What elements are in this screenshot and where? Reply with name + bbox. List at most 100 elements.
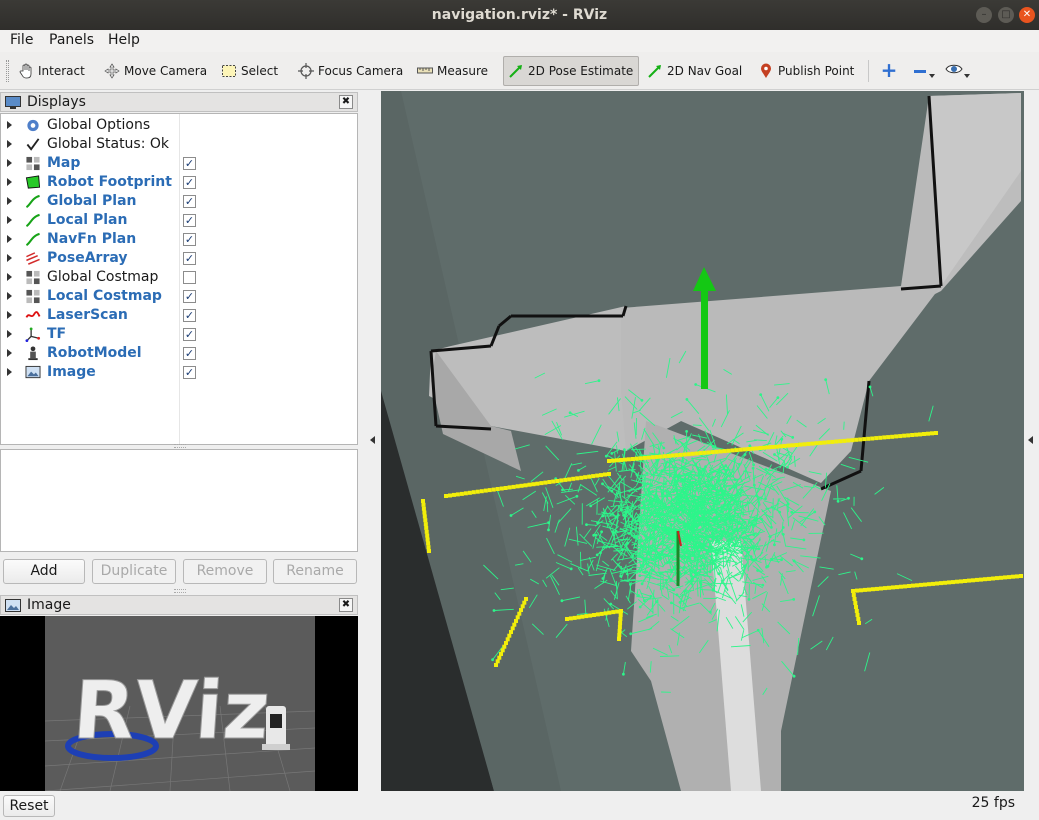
remove-button[interactable]: Remove	[183, 559, 267, 584]
tool-interact[interactable]: Interact	[14, 56, 89, 86]
path-icon	[25, 232, 41, 247]
expand-arrow-icon[interactable]	[7, 349, 12, 357]
expand-arrow-icon[interactable]	[7, 197, 12, 205]
display-item-robot-footprint[interactable]: Robot Footprint ✓	[1, 173, 357, 192]
tool-2d-nav-goal-label: 2D Nav Goal	[667, 64, 743, 78]
expand-arrow-icon[interactable]	[7, 330, 12, 338]
status-bar: Reset 25 fps	[0, 792, 1039, 820]
expand-arrow-icon[interactable]	[7, 311, 12, 319]
displays-tree[interactable]: Global Options Global Status: Ok Map ✓ Robot…	[0, 113, 358, 445]
menu-panels[interactable]: Panels	[49, 32, 94, 48]
display-item-image[interactable]: Image ✓	[1, 363, 357, 382]
right-splitter-arrow[interactable]	[1028, 436, 1033, 444]
display-enabled-checkbox[interactable]: ✓	[183, 214, 196, 227]
rename-button[interactable]: Rename	[273, 559, 357, 584]
path-icon	[25, 213, 41, 228]
polygon-icon	[25, 175, 41, 190]
display-enabled-checkbox[interactable]	[183, 271, 196, 284]
menu-help[interactable]: Help	[108, 32, 140, 48]
maximize-icon[interactable]: □	[998, 7, 1014, 23]
display-item-label: NavFn Plan	[47, 231, 137, 247]
add-button[interactable]: Add	[3, 559, 85, 584]
reset-button[interactable]: Reset	[3, 795, 55, 817]
expand-arrow-icon[interactable]	[7, 254, 12, 262]
checkmark-icon	[25, 137, 41, 152]
display-enabled-checkbox[interactable]: ✓	[183, 233, 196, 246]
robot-figure	[262, 706, 290, 750]
display-item-robotmodel[interactable]: RobotModel ✓	[1, 344, 357, 363]
display-item-label: Map	[47, 155, 81, 171]
tool-interact-label: Interact	[38, 64, 85, 78]
expand-arrow-icon[interactable]	[7, 140, 12, 148]
display-enabled-checkbox[interactable]: ✓	[183, 157, 196, 170]
displays-panel-header: Displays ✖	[0, 92, 358, 112]
tool-select-label: Select	[241, 64, 279, 78]
display-item-global-plan[interactable]: Global Plan ✓	[1, 192, 357, 211]
rviz-logo-render: RViz	[44, 616, 316, 791]
menu-bar: File Panels Help	[0, 30, 1039, 52]
display-enabled-checkbox[interactable]: ✓	[183, 252, 196, 265]
display-item-label: Robot Footprint	[47, 174, 172, 190]
tool-select[interactable]: Select	[217, 56, 282, 86]
display-enabled-checkbox[interactable]: ✓	[183, 347, 196, 360]
3d-viewport[interactable]	[381, 91, 1024, 791]
expand-arrow-icon[interactable]	[7, 368, 12, 376]
expand-arrow-icon[interactable]	[7, 159, 12, 167]
tool-focus-camera-label: Focus Camera	[318, 64, 404, 78]
display-enabled-checkbox[interactable]: ✓	[183, 195, 196, 208]
image-icon	[25, 365, 41, 380]
remove-tool-icon[interactable]	[912, 62, 938, 80]
tool-focus-camera[interactable]: Focus Camera	[294, 56, 407, 86]
close-icon[interactable]: ✕	[1019, 7, 1035, 23]
display-enabled-checkbox[interactable]: ✓	[183, 176, 196, 189]
add-tool-icon[interactable]: +	[880, 60, 898, 80]
splitter-handle[interactable]	[174, 589, 186, 593]
toolbar-separator	[868, 60, 869, 82]
laser-scan-icon	[25, 308, 41, 323]
publish-point-icon	[761, 63, 771, 78]
expand-arrow-icon[interactable]	[7, 273, 12, 281]
3d-scene[interactable]	[381, 91, 1024, 791]
tool-move-camera[interactable]: Move Camera	[100, 56, 211, 86]
display-item-map[interactable]: Map ✓	[1, 154, 357, 173]
close-panel-icon[interactable]: ✖	[339, 598, 353, 612]
robot-icon	[25, 346, 41, 361]
expand-arrow-icon[interactable]	[7, 235, 12, 243]
display-item-posearray[interactable]: PoseArray ✓	[1, 249, 357, 268]
tool-2d-nav-goal[interactable]: 2D Nav Goal	[643, 56, 746, 86]
display-item-label: PoseArray	[47, 250, 128, 266]
gear-icon	[25, 118, 41, 133]
fps-counter: 25 fps	[971, 795, 1015, 811]
eye-icon[interactable]	[945, 62, 971, 80]
display-item-label: Local Costmap	[47, 288, 162, 304]
display-enabled-checkbox[interactable]: ✓	[183, 309, 196, 322]
tool-move-camera-label: Move Camera	[124, 64, 208, 78]
close-panel-icon[interactable]: ✖	[339, 95, 353, 109]
display-enabled-checkbox[interactable]: ✓	[183, 290, 196, 303]
expand-arrow-icon[interactable]	[7, 178, 12, 186]
display-item-global-status-ok[interactable]: Global Status: Ok	[1, 135, 357, 154]
display-enabled-checkbox[interactable]: ✓	[183, 366, 196, 379]
duplicate-button[interactable]: Duplicate	[92, 559, 176, 584]
display-item-global-options[interactable]: Global Options	[1, 116, 357, 135]
display-item-local-costmap[interactable]: Local Costmap ✓	[1, 287, 357, 306]
tool-2d-pose-estimate[interactable]: 2D Pose Estimate	[503, 56, 639, 86]
display-item-tf[interactable]: TF ✓	[1, 325, 357, 344]
expand-arrow-icon[interactable]	[7, 121, 12, 129]
menu-file[interactable]: File	[10, 32, 33, 48]
display-enabled-checkbox[interactable]: ✓	[183, 328, 196, 341]
left-splitter-arrow[interactable]	[370, 436, 375, 444]
map-icon	[25, 270, 41, 285]
tool-publish-point[interactable]: Publish Point	[754, 56, 858, 86]
minimize-icon[interactable]: –	[976, 7, 992, 23]
display-item-navfn-plan[interactable]: NavFn Plan ✓	[1, 230, 357, 249]
display-item-local-plan[interactable]: Local Plan ✓	[1, 211, 357, 230]
display-item-global-costmap[interactable]: Global Costmap	[1, 268, 357, 287]
toolbar-grip[interactable]	[6, 60, 9, 82]
tool-measure[interactable]: Measure	[413, 56, 492, 86]
splitter-handle[interactable]	[174, 444, 186, 448]
display-item-laserscan[interactable]: LaserScan ✓	[1, 306, 357, 325]
expand-arrow-icon[interactable]	[7, 292, 12, 300]
expand-arrow-icon[interactable]	[7, 216, 12, 224]
displays-panel-title: Displays	[27, 94, 86, 110]
